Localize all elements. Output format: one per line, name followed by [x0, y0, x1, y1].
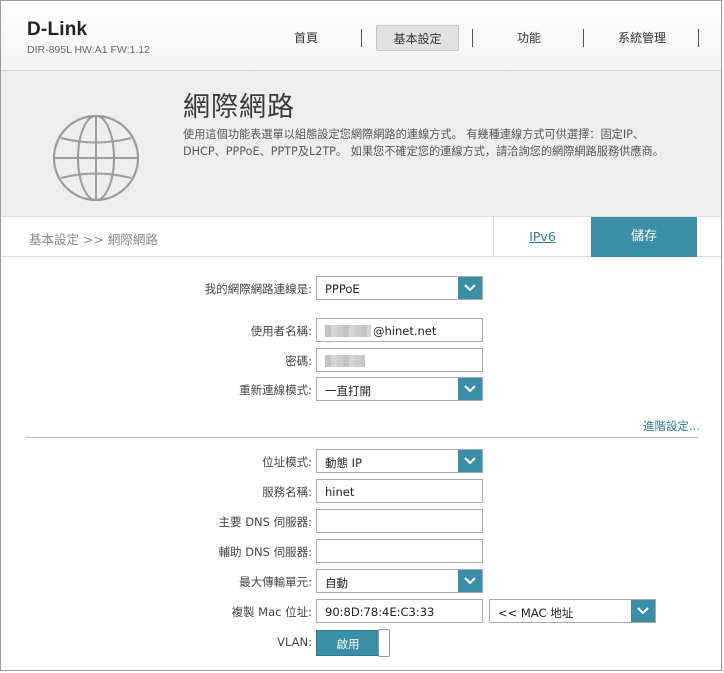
username-domain: @hinet.net [373, 324, 437, 338]
mtu-value: 自動 [325, 576, 348, 590]
address-mode-row: 位址模式: 動態 IP [1, 449, 721, 473]
tab-features[interactable]: 功能 [501, 25, 557, 51]
chevron-down-icon [458, 277, 482, 299]
hero-banner: 網際網路 使用這個功能表選單以組態設定您網際網路的連線方式。 有幾種連線方式可供… [1, 71, 721, 217]
mac-address-value: 90:8D:78:4E:C3:33 [325, 605, 435, 619]
globe-icon [51, 113, 141, 206]
username-input[interactable]: @hinet.net [316, 318, 483, 342]
nav-separator [472, 29, 473, 47]
nav-separator [583, 29, 584, 47]
service-name-value: hinet [325, 485, 355, 499]
secondary-dns-input[interactable] [316, 539, 483, 563]
chevron-down-icon [458, 378, 482, 400]
primary-dns-row: 主要 DNS 伺服器: [1, 509, 721, 533]
chevron-down-icon [458, 570, 482, 592]
tab-system-management[interactable]: 系統管理 [605, 25, 679, 51]
top-bar: D-Link DIR-895L HW:A1 FW:1.12 首頁 基本設定 功能… [1, 1, 721, 71]
nav-separator [698, 29, 699, 47]
main-nav: 首頁 基本設定 功能 系統管理 [1, 25, 721, 51]
reconnect-mode-label: 重新連線模式: [239, 383, 312, 397]
breadcrumb-bar: 基本設定 >> 網際網路 IPv6 儲存 [1, 217, 721, 257]
vlan-row: VLAN: 啟用 [1, 629, 721, 657]
primary-dns-label: 主要 DNS 伺服器: [218, 515, 312, 529]
username-row: 使用者名稱: @hinet.net [1, 318, 721, 342]
tab-basic-settings[interactable]: 基本設定 [376, 25, 459, 51]
page-description: 使用這個功能表選單以組態設定您網際網路的連線方式。 有幾種連線方式可供選擇：固定… [183, 128, 664, 158]
page-title: 網際網路 [183, 92, 295, 123]
nav-separator [361, 29, 362, 47]
secondary-dns-row: 輔助 DNS 伺服器: [1, 539, 721, 563]
router-admin-page: D-Link DIR-895L HW:A1 FW:1.12 首頁 基本設定 功能… [0, 0, 722, 671]
service-name-label: 服務名稱: [262, 485, 312, 499]
connection-type-label: 我的網際網路連線是: [204, 282, 312, 296]
mac-address-input[interactable]: 90:8D:78:4E:C3:33 [316, 599, 483, 623]
mtu-select[interactable]: 自動 [316, 569, 483, 593]
password-input[interactable] [316, 348, 483, 372]
vlan-toggle[interactable]: 啟用 [316, 629, 390, 657]
password-row: 密碼: [1, 348, 721, 372]
service-name-row: 服務名稱: hinet [1, 479, 721, 503]
advanced-settings-link[interactable]: 進階設定... [643, 418, 700, 434]
save-button[interactable]: 儲存 [591, 217, 697, 257]
connection-type-select[interactable]: PPPoE [316, 276, 483, 300]
primary-dns-input[interactable] [316, 509, 483, 533]
reconnect-mode-row: 重新連線模式: 一直打開 [1, 377, 721, 401]
mac-source-select[interactable]: << MAC 地址 [489, 599, 656, 623]
service-name-input[interactable]: hinet [316, 479, 483, 503]
section-divider [26, 437, 698, 438]
secondary-dns-label: 輔助 DNS 伺服器: [218, 545, 312, 559]
mtu-row: 最大傳輸單元: 自動 [1, 569, 721, 593]
username-label: 使用者名稱: [250, 324, 312, 338]
ipv6-link[interactable]: IPv6 [493, 217, 591, 257]
reconnect-mode-select[interactable]: 一直打開 [316, 377, 483, 401]
address-mode-select[interactable]: 動態 IP [316, 449, 483, 473]
breadcrumb: 基本設定 >> 網際網路 [29, 232, 158, 247]
reconnect-mode-value: 一直打開 [325, 384, 371, 398]
clone-mac-row: 複製 Mac 位址: 90:8D:78:4E:C3:33 << MAC 地址 [1, 599, 721, 623]
vlan-toggle-state: 啟用 [316, 630, 380, 656]
address-mode-value: 動態 IP [325, 456, 362, 470]
mtu-label: 最大傳輸單元: [239, 575, 312, 589]
chevron-down-icon [631, 600, 655, 622]
connection-type-value: PPPoE [325, 282, 360, 296]
clone-mac-label: 複製 Mac 位址: [231, 605, 312, 619]
vlan-label: VLAN: [277, 635, 312, 649]
password-label: 密碼: [285, 354, 312, 368]
mac-source-value: << MAC 地址 [498, 606, 574, 620]
toggle-knob[interactable] [378, 629, 390, 657]
tab-home[interactable]: 首頁 [281, 25, 331, 51]
address-mode-label: 位址模式: [262, 455, 312, 469]
blurred-password [325, 355, 365, 367]
blurred-username [325, 325, 371, 337]
connection-type-row: 我的網際網路連線是: PPPoE [1, 276, 721, 300]
chevron-down-icon [458, 450, 482, 472]
